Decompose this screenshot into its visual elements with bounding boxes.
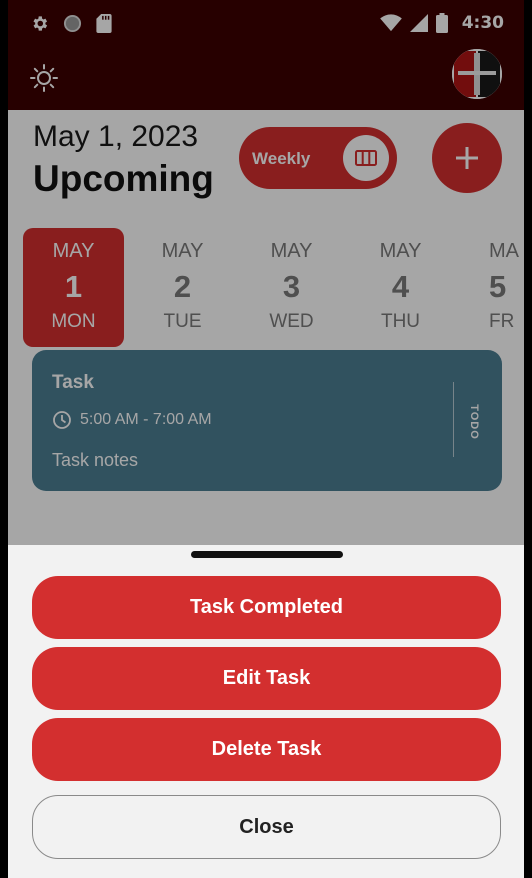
screen: 4:30 May 1, 2023 Upcoming Weekly MAY 1 M…: [8, 0, 524, 878]
close-button[interactable]: Close: [32, 795, 501, 859]
delete-task-button[interactable]: Delete Task: [32, 718, 501, 781]
drag-handle[interactable]: [191, 551, 343, 558]
edit-task-button[interactable]: Edit Task: [32, 647, 501, 710]
task-completed-button[interactable]: Task Completed: [32, 576, 501, 639]
bottom-sheet: Task Completed Edit Task Delete Task Clo…: [8, 545, 524, 878]
